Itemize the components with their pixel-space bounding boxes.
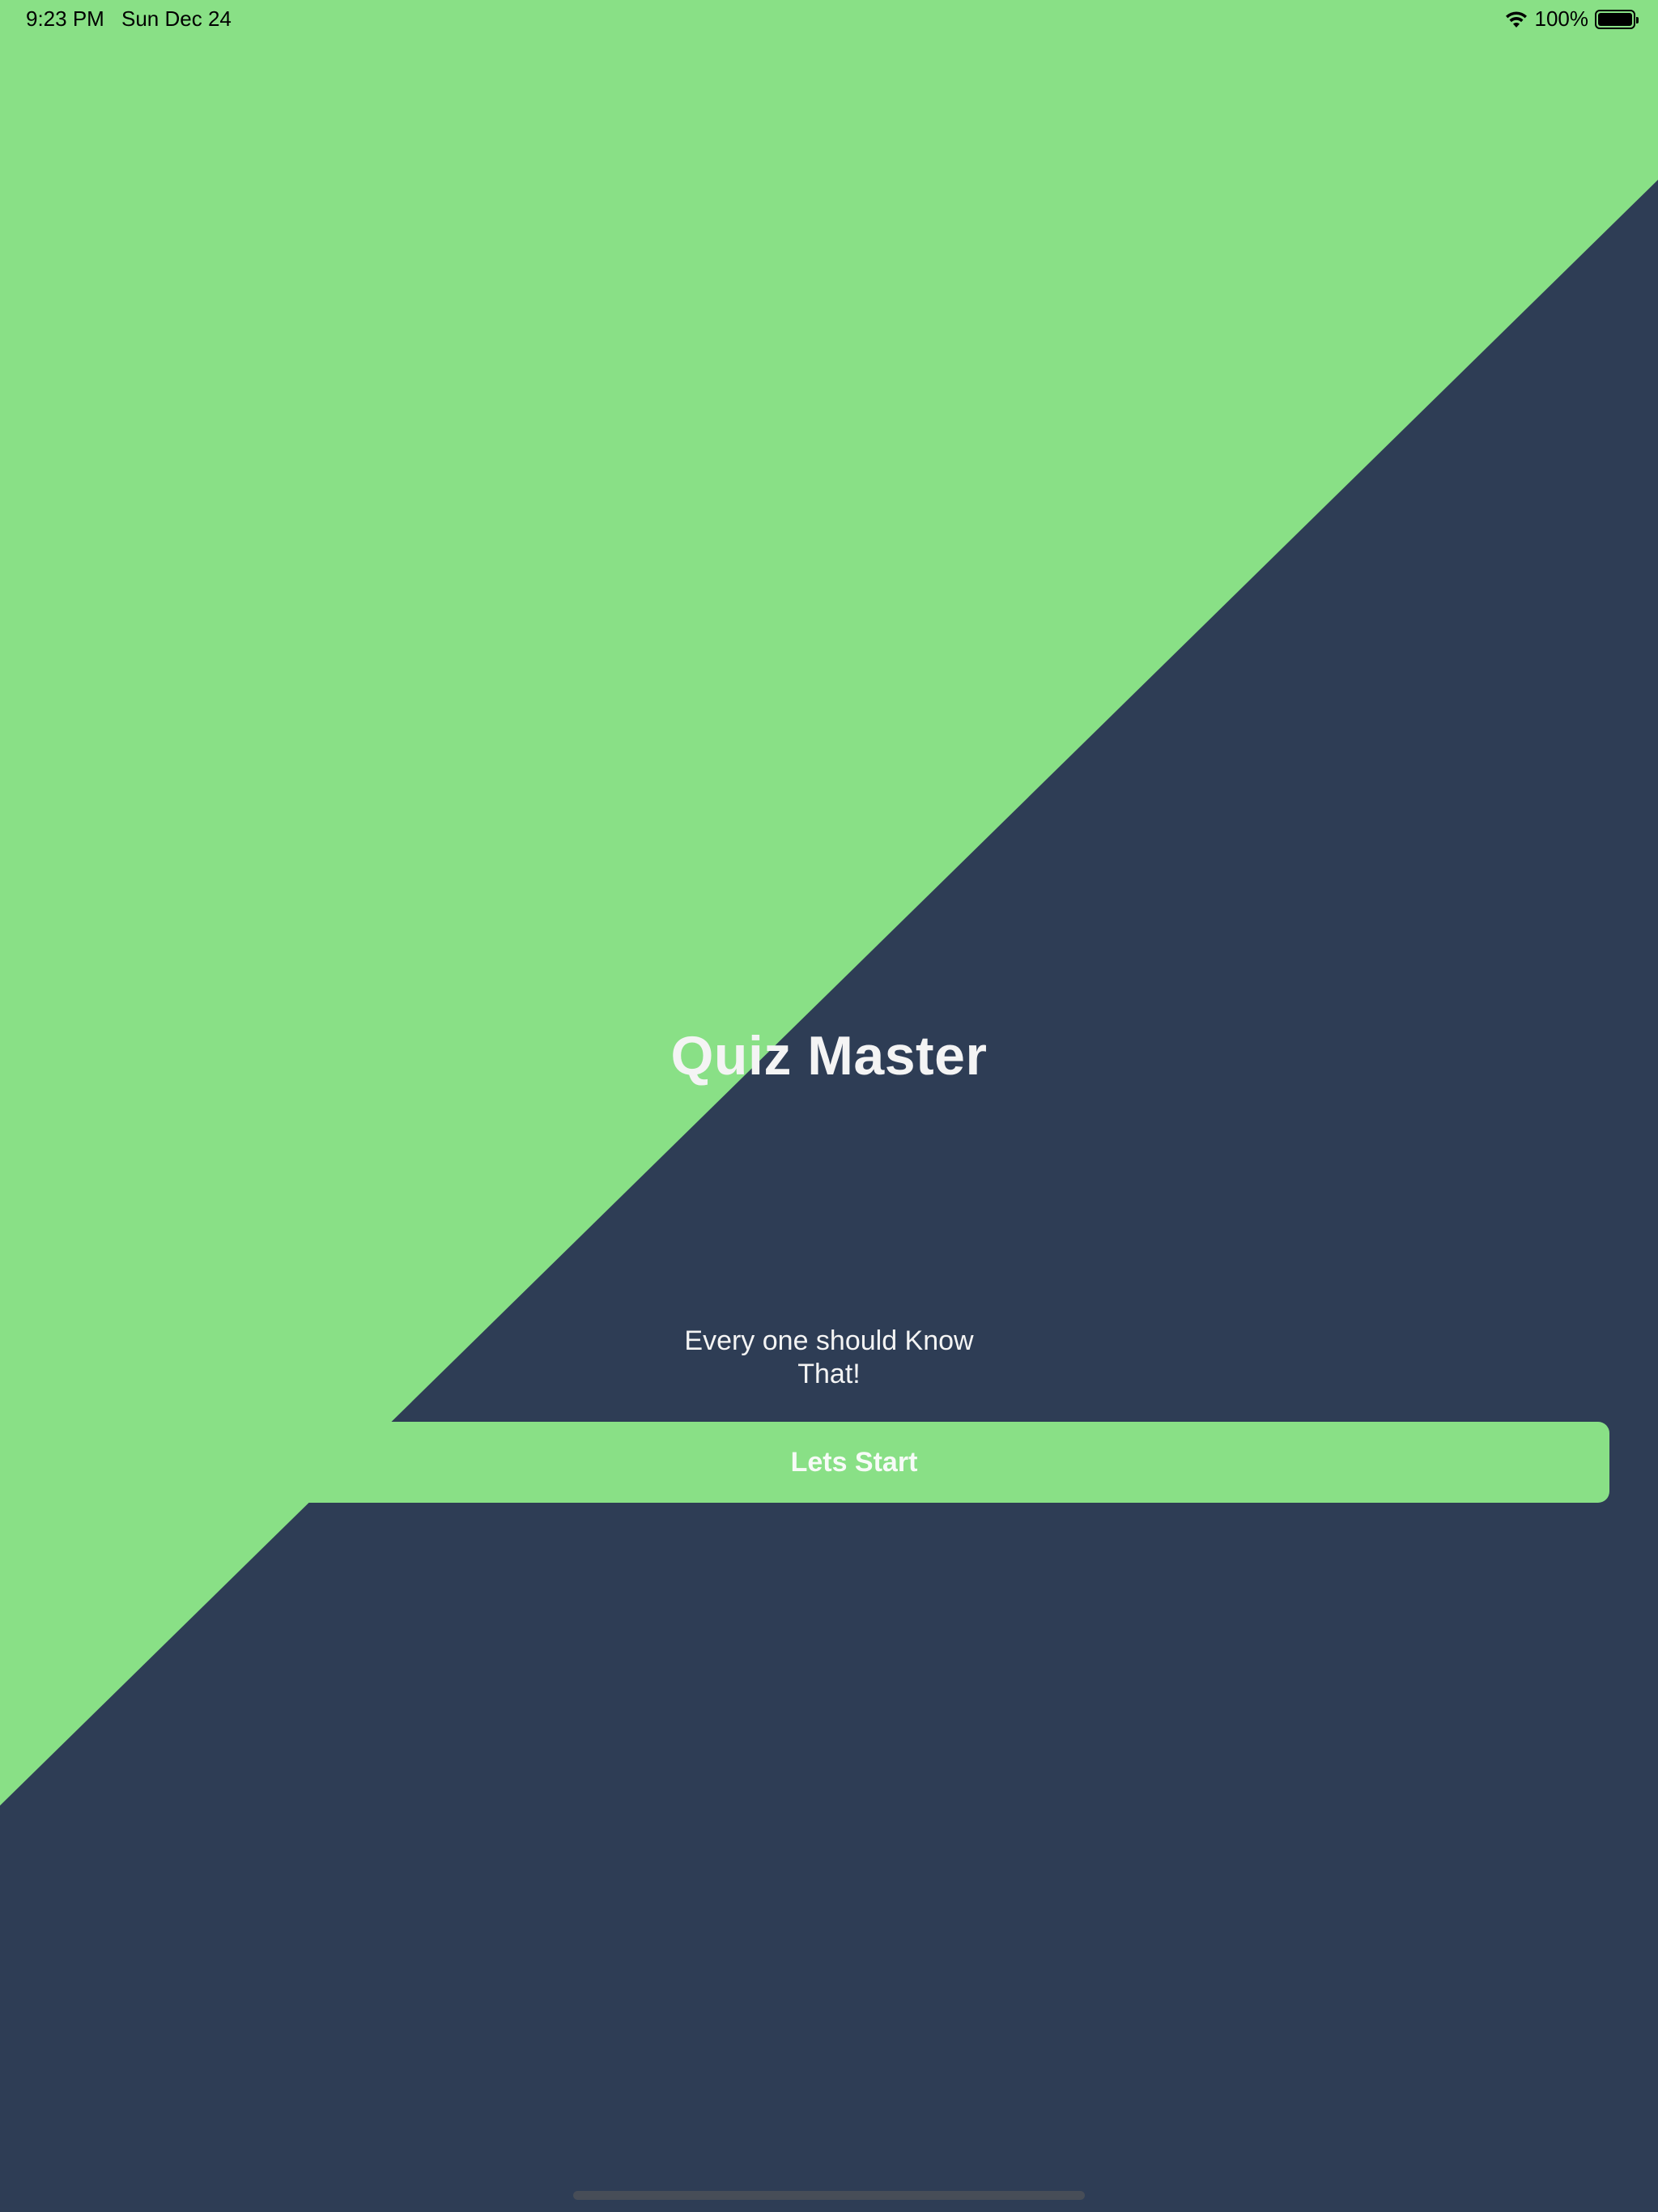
status-time: 9:23 PM xyxy=(26,6,104,31)
home-indicator[interactable] xyxy=(573,2191,1085,2200)
status-date: Sun Dec 24 xyxy=(121,6,232,31)
battery-percent: 100% xyxy=(1534,6,1589,31)
app-title: Quiz Master xyxy=(670,1025,988,1087)
subtitle-line-1: Every one should Know xyxy=(684,1325,974,1356)
subtitle-line-2: That! xyxy=(797,1359,861,1389)
wifi-icon xyxy=(1504,10,1528,29)
background-diagonal xyxy=(0,0,1658,2212)
subtitle: Every one should Know That! xyxy=(667,1325,991,1391)
lets-start-button[interactable]: Lets Start xyxy=(99,1422,1609,1503)
battery-icon xyxy=(1595,9,1639,29)
status-indicators: 100% xyxy=(1504,6,1639,32)
status-bar: 9:23 PM Sun Dec 24 100% xyxy=(0,0,1658,39)
